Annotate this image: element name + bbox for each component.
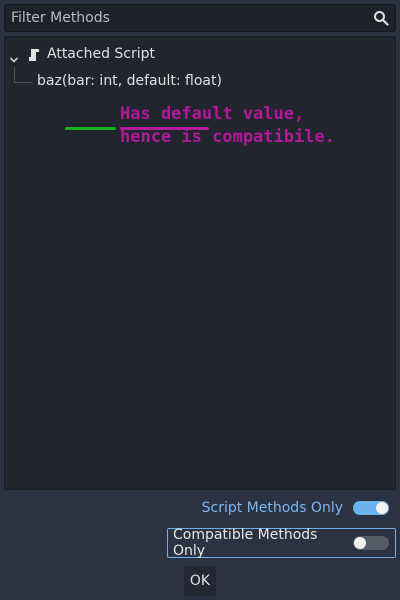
chevron-down-icon[interactable]	[9, 50, 19, 63]
method-item-baz[interactable]: baz(bar: int, default: float)	[37, 73, 222, 89]
script-icon	[26, 47, 42, 63]
method-param-default: default: float	[126, 73, 217, 89]
annotation-note: Has default value, hence is compatibile.	[120, 103, 335, 149]
filter-bar	[4, 4, 396, 32]
script-methods-only-label[interactable]: Script Methods Only	[202, 500, 343, 516]
method-tree: Attached Script baz(bar: int, default: f…	[4, 36, 396, 490]
annotation-underline-green	[65, 127, 116, 130]
ok-button[interactable]: OK	[184, 566, 216, 596]
compatible-methods-only-label[interactable]: Compatible Methods Only	[173, 527, 353, 559]
compatible-methods-only-switch[interactable]	[353, 536, 389, 550]
compatible-methods-only-toggle-row[interactable]: Compatible Methods Only	[167, 527, 396, 559]
annotation-line-2: hence is compatibile.	[120, 127, 335, 147]
method-selector-dialog: Attached Script baz(bar: int, default: f…	[0, 0, 400, 600]
switch-knob	[354, 537, 367, 549]
search-icon	[373, 10, 389, 26]
method-param-separator: ,	[117, 73, 127, 89]
tree-item-label: Attached Script	[47, 46, 156, 62]
script-methods-only-switch[interactable]	[353, 501, 389, 515]
method-close-paren: )	[216, 73, 222, 89]
tree-item-attached-script[interactable]: Attached Script	[5, 43, 395, 67]
filter-methods-input[interactable]	[5, 5, 365, 31]
method-name: baz(	[37, 73, 68, 89]
tree-guide-line	[14, 67, 33, 83]
method-param-bar: bar: int	[67, 73, 118, 89]
script-methods-only-toggle-row[interactable]: Script Methods Only	[4, 494, 396, 522]
switch-knob	[376, 502, 388, 514]
annotation-line-1: Has default value,	[120, 104, 305, 124]
